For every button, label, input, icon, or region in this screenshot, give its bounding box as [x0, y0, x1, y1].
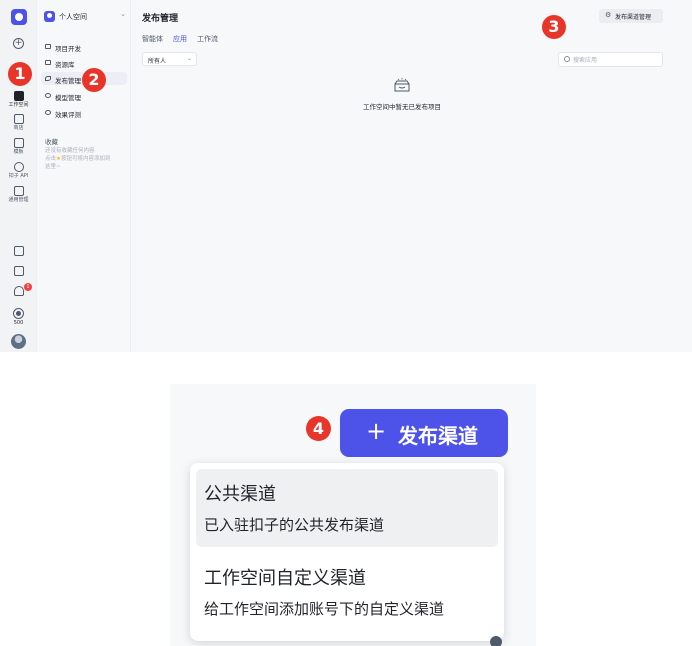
sidebar-item-label: 资源库	[55, 61, 75, 69]
sidebar-item-projects[interactable]: 项目开发	[41, 40, 127, 53]
gear-icon: ⚙	[605, 11, 612, 19]
plus-icon: +	[366, 417, 387, 445]
sidebar-item-label: 发布管理	[55, 77, 81, 85]
channel-type-menu: 公共渠道 已入驻扣子的公共发布渠道 工作空间自定义渠道 给工作空间添加账号下的自…	[190, 463, 504, 641]
step-marker-2: 2	[82, 68, 106, 92]
store-icon	[13, 114, 24, 124]
sidebar-item-resources[interactable]: 资源库	[41, 56, 127, 69]
tab-workflows[interactable]: 工作流	[197, 34, 218, 44]
app-logo[interactable]	[11, 9, 27, 25]
menu-item-title: 工作空间自定义渠道	[204, 568, 366, 589]
main-content: 发布管理 智能体 应用 工作流 所有人 ⌄ ⚙ 发布渠道管理 工作空间中暂无已发…	[131, 0, 676, 352]
document-icon[interactable]	[14, 266, 24, 276]
briefcase-icon	[13, 186, 24, 196]
search-input[interactable]	[573, 55, 659, 65]
rail-item-label: 工作空间	[8, 102, 29, 108]
folder-icon	[13, 91, 24, 101]
step-marker-4: 4	[306, 416, 331, 441]
sidebar-item-label: 模型管理	[55, 94, 81, 102]
menu-item-public-channel[interactable]: 公共渠道 已入驻扣子的公共发布渠道	[196, 469, 498, 547]
space-name: 个人空间	[59, 13, 87, 21]
record-label: 500	[13, 320, 24, 326]
publish-channel-label: 发布渠道	[398, 424, 478, 448]
tab-apps[interactable]: 应用	[173, 34, 187, 44]
rail-item-general[interactable]: 通用管理	[0, 186, 37, 204]
chevron-down-icon: ⌄	[120, 10, 126, 18]
favorites-tip-line2a: 点击	[45, 155, 57, 162]
api-link-icon	[13, 162, 24, 172]
channel-manage-button[interactable]: ⚙ 发布渠道管理	[599, 9, 663, 23]
notification-badge: 1	[24, 283, 32, 291]
app-window: + 工作空间 商店 模板 扣子 API 通用管理 1 500 个人空间 ⌄ 项目…	[0, 0, 692, 352]
rail-item-templates[interactable]: 模板	[0, 138, 37, 156]
owner-filter-value: 所有人	[148, 58, 167, 65]
step-marker-1: 1	[8, 62, 32, 86]
rail-item-label: 通用管理	[8, 197, 29, 203]
menu-item-desc: 给工作空间添加账号下的自定义渠道	[204, 600, 445, 618]
template-icon	[13, 138, 24, 148]
empty-box-icon	[394, 78, 410, 92]
person-icon	[44, 11, 55, 22]
rail-item-store[interactable]: 商店	[0, 114, 37, 132]
rail-item-api[interactable]: 扣子 API	[0, 162, 37, 180]
menu-item-title: 公共渠道	[204, 484, 276, 505]
favorites-title: 收藏	[45, 138, 58, 146]
record-icon[interactable]	[13, 308, 24, 319]
search-icon	[564, 56, 570, 62]
sidebar-item-models[interactable]: 模型管理	[41, 89, 127, 102]
chevron-down-icon: ⌄	[186, 55, 192, 62]
favorites-tip-line1: 还没有收藏任何内容	[45, 148, 95, 154]
evaluation-icon	[45, 110, 51, 115]
zoomed-publish-panel: + 发布渠道 公共渠道 已入驻扣子的公共发布渠道 工作空间自定义渠道 给工作空间…	[170, 384, 536, 646]
space-switcher[interactable]: 个人空间 ⌄	[44, 10, 126, 25]
tab-agents[interactable]: 智能体	[142, 34, 163, 44]
owner-filter-select[interactable]: 所有人 ⌄	[142, 52, 197, 66]
rail-item-label: 扣子 API	[8, 173, 29, 179]
avatar[interactable]	[11, 334, 26, 349]
menu-item-custom-channel[interactable]: 工作空间自定义渠道 给工作空间添加账号下的自定义渠道	[196, 553, 498, 631]
step-marker-3: 3	[542, 15, 566, 39]
rail-item-workspace[interactable]: 工作空间	[0, 91, 37, 109]
channel-manage-label: 发布渠道管理	[615, 14, 652, 21]
workspace-sidebar: 个人空间 ⌄ 项目开发 资源库 发布管理 模型管理 效果评测 收藏 还没有收藏任…	[37, 0, 131, 352]
icon-rail: + 工作空间 商店 模板 扣子 API 通用管理 1 500	[0, 0, 37, 352]
favorites-tip: 还没有收藏任何内容 点击★按钮可将内容添加到 这里~	[45, 148, 129, 172]
favorites-tip-line2b: 按钮可将内容添加到	[60, 155, 111, 162]
publish-channel-button[interactable]: + 发布渠道	[340, 409, 508, 457]
sidebar-item-label: 效果评测	[55, 111, 81, 119]
rail-item-label: 商店	[13, 125, 24, 131]
rail-item-label: 模板	[13, 149, 24, 155]
search-box[interactable]	[558, 52, 663, 67]
project-icon	[45, 44, 51, 49]
sidebar-item-evaluation[interactable]: 效果评测	[41, 106, 127, 119]
page-title: 发布管理	[142, 14, 179, 24]
library-icon	[45, 60, 51, 65]
menu-item-desc: 已入驻扣子的公共发布渠道	[204, 516, 385, 534]
scroll-handle[interactable]	[490, 636, 502, 646]
empty-state-text: 工作空间中暂无已发布项目	[363, 103, 441, 111]
rocket-icon	[45, 76, 51, 81]
apps-grid-icon[interactable]	[14, 246, 24, 256]
favorites-tip-line3: 这里~	[45, 163, 61, 170]
create-plus-icon[interactable]: +	[13, 38, 24, 49]
model-icon	[45, 93, 51, 98]
sidebar-item-label: 项目开发	[55, 45, 81, 53]
bell-icon[interactable]	[14, 286, 24, 296]
